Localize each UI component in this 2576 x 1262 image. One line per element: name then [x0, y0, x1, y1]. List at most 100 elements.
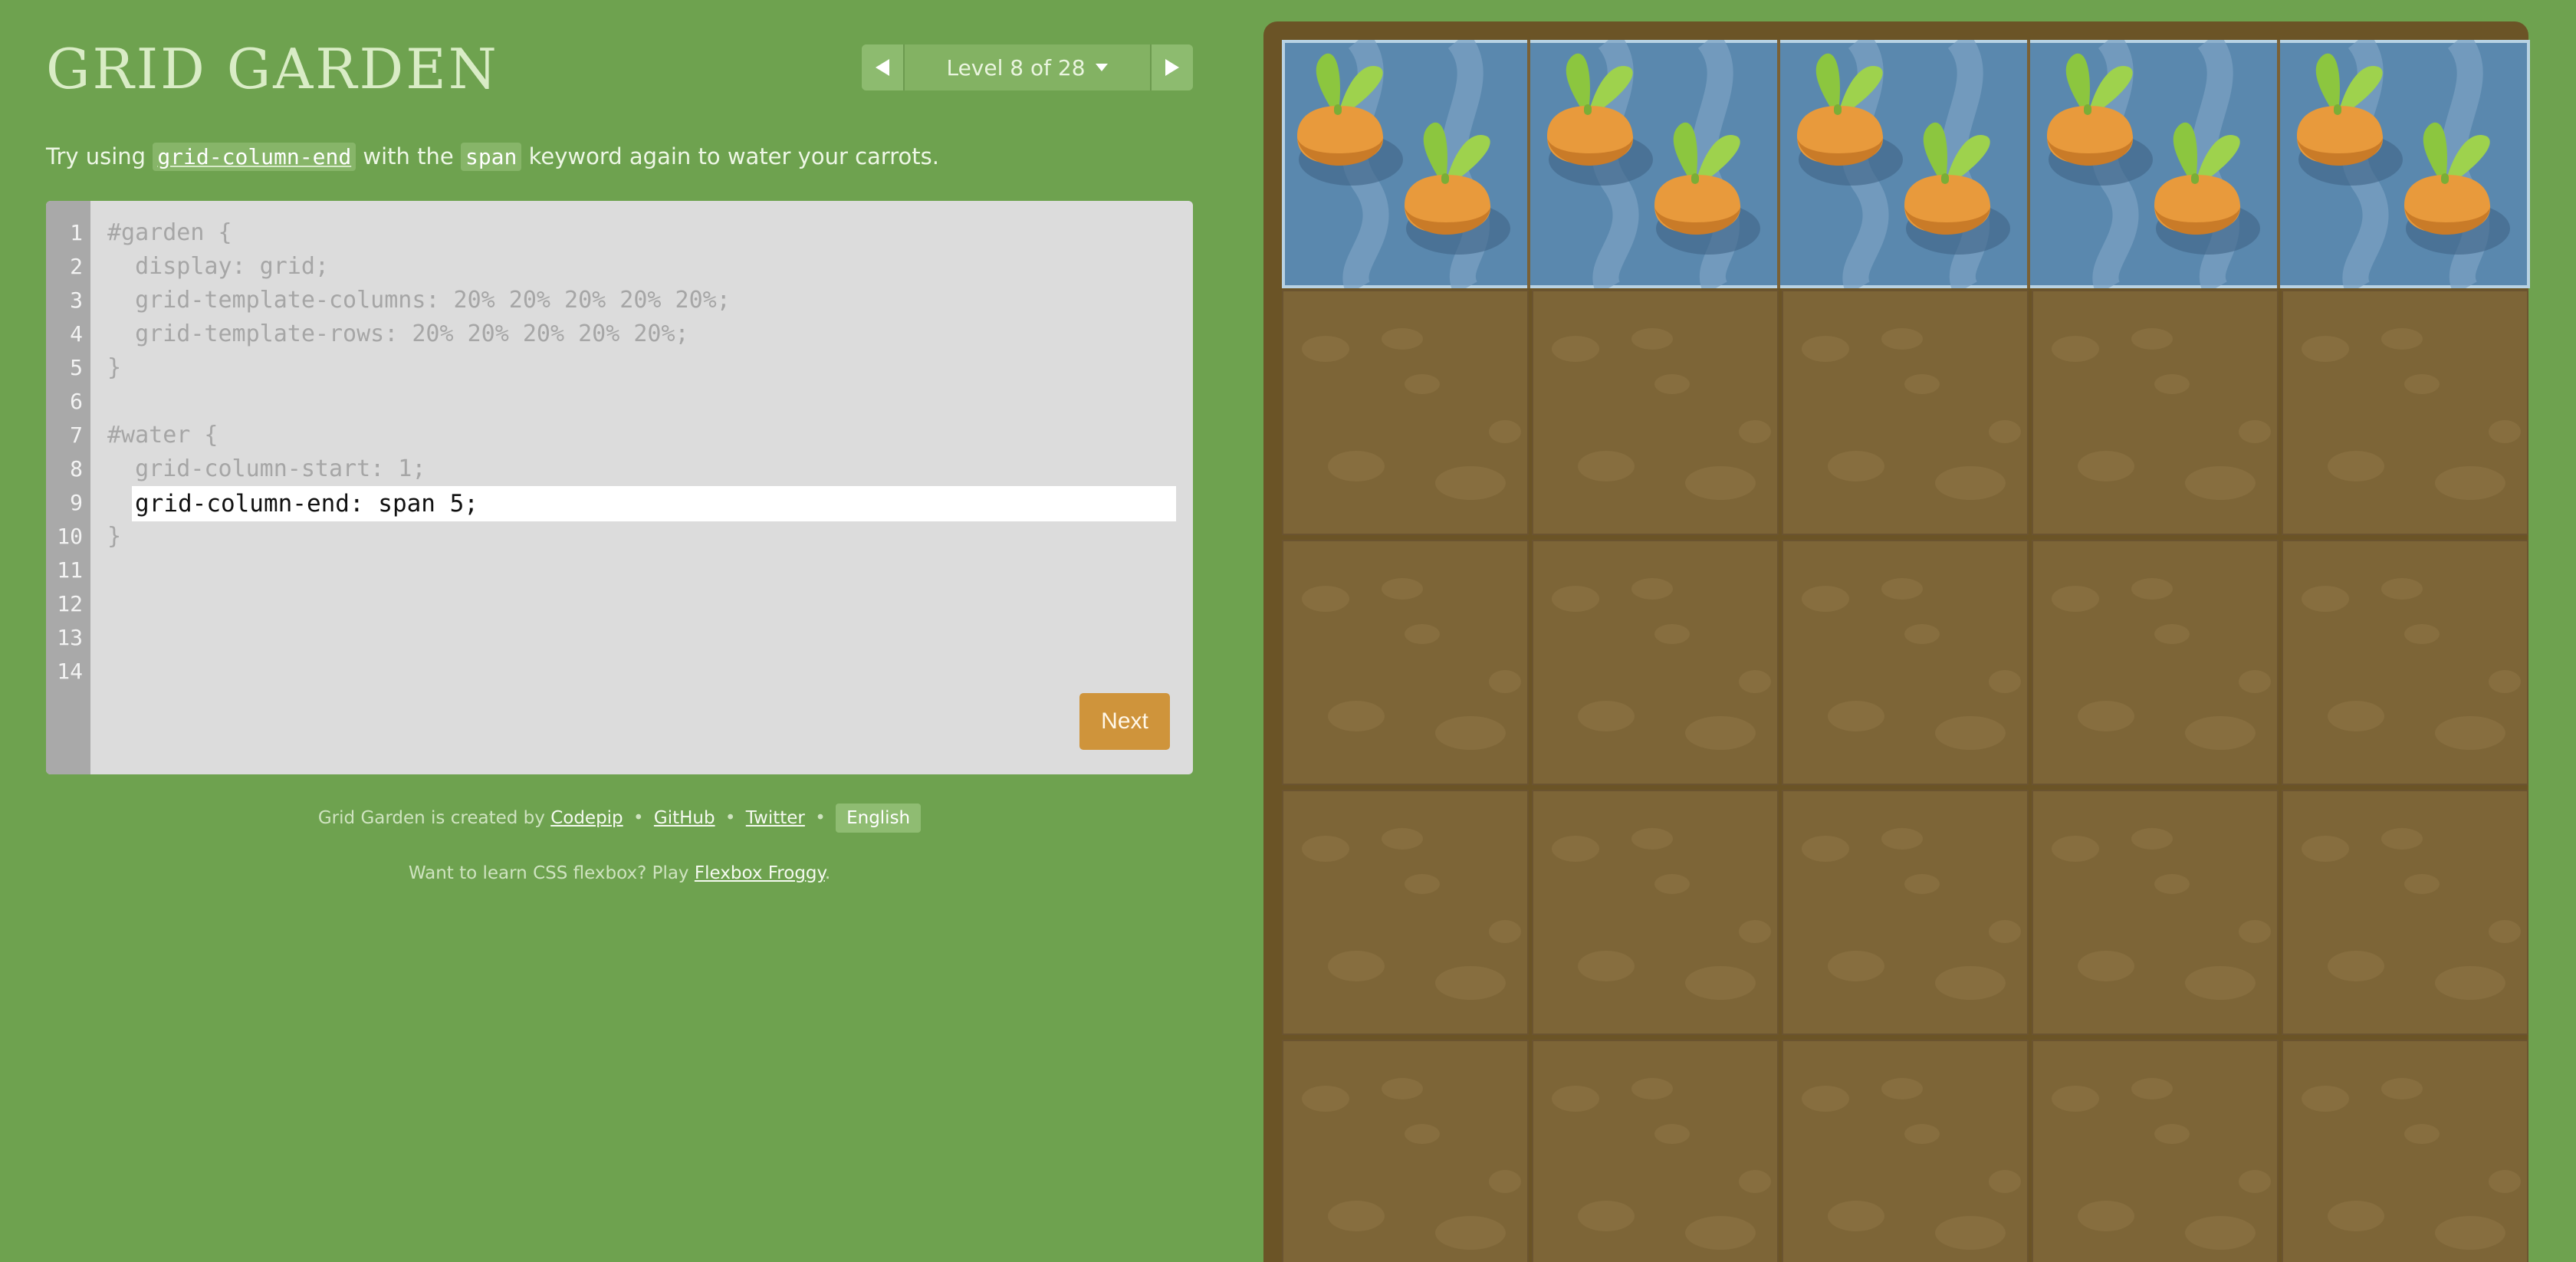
- soil-pebble: [1881, 828, 1923, 850]
- line-number: 10: [57, 524, 83, 549]
- level-dropdown[interactable]: Level 8 of 28: [905, 44, 1150, 90]
- soil-pebble: [2435, 1216, 2505, 1250]
- soil-pebble: [1578, 701, 1635, 731]
- line-number: 12: [57, 591, 83, 616]
- soil-pebble: [2131, 1078, 2173, 1099]
- flexbox-promo-text: Want to learn CSS flexbox? Play: [408, 863, 689, 883]
- soil-pebble: [2381, 828, 2423, 850]
- soil-pebble: [1654, 624, 1690, 644]
- soil-cell: [1782, 1040, 2029, 1262]
- water-cell: [2032, 40, 2280, 288]
- instructions-prefix: Try using: [46, 143, 146, 169]
- soil-pebble: [2239, 920, 2271, 943]
- flexbox-promo: Want to learn CSS flexbox? Play Flexbox …: [0, 863, 1239, 883]
- soil-pebble: [1654, 374, 1690, 394]
- line-number: 5: [70, 355, 83, 380]
- soil-pebble: [2435, 966, 2505, 1000]
- soil-pebble: [1685, 966, 1756, 1000]
- line-number: 9: [70, 490, 83, 515]
- code-line: display: grid;: [107, 253, 329, 280]
- soil-cell: [1282, 790, 1529, 1035]
- codepip-link[interactable]: Codepip: [550, 808, 623, 828]
- soil-pebble: [1405, 374, 1440, 394]
- soil-pebble: [2185, 1216, 2256, 1250]
- soil-pebble: [2052, 836, 2099, 862]
- soil-cell: [2282, 790, 2528, 1035]
- soil-pebble: [2404, 374, 2440, 394]
- soil-pebble: [2078, 951, 2134, 981]
- soil-pebble: [1802, 336, 1849, 362]
- soil-pebble: [2154, 1124, 2190, 1144]
- soil-pebble: [2052, 586, 2099, 612]
- soil-pebble: [2302, 586, 2349, 612]
- previous-level-button[interactable]: [862, 44, 905, 90]
- soil-cell: [2282, 540, 2528, 785]
- soil-cell: [1532, 790, 1779, 1035]
- css-editor: 1 2 3 4 5 6 7 8 9 10 11 12 13 14 #garden…: [46, 201, 1193, 774]
- soil-pebble: [1328, 951, 1385, 981]
- soil-pebble: [2052, 336, 2099, 362]
- soil-pebble: [1489, 920, 1521, 943]
- caret-down-icon: [1095, 64, 1108, 71]
- carrot-icon: [2404, 122, 2510, 255]
- soil-pebble: [2078, 451, 2134, 481]
- line-number: 8: [70, 456, 83, 481]
- soil-pebble: [2302, 1086, 2349, 1112]
- soil-pebble: [1989, 670, 2021, 693]
- soil-pebble: [2489, 1170, 2521, 1193]
- instructions: Try using grid-column-end with the span …: [46, 143, 939, 171]
- soil-pebble: [1405, 1124, 1440, 1144]
- line-number: 13: [57, 625, 83, 650]
- soil-pebble: [1382, 828, 1423, 850]
- github-link[interactable]: GitHub: [654, 808, 715, 828]
- credits-text: Grid Garden is created by: [317, 808, 545, 828]
- soil-pebble: [1302, 336, 1349, 362]
- credits: Grid Garden is created by Codepip • GitH…: [0, 804, 1239, 833]
- soil-pebble: [2489, 420, 2521, 443]
- soil-pebble: [1382, 578, 1423, 600]
- carrot-icon: [2297, 53, 2403, 186]
- line-number: 7: [70, 422, 83, 448]
- water-cell: [1532, 40, 1780, 288]
- soil-pebble: [1552, 1086, 1599, 1112]
- soil-pebble: [2328, 451, 2384, 481]
- carrot-icon: [2154, 122, 2260, 255]
- soil-pebble: [2078, 701, 2134, 731]
- soil-pebble: [1904, 374, 1940, 394]
- soil-pebble: [2052, 1086, 2099, 1112]
- soil-pebble: [1302, 586, 1349, 612]
- line-number: 4: [70, 321, 83, 347]
- soil-pebble: [1631, 1078, 1673, 1099]
- code-line: grid-template-rows: 20% 20% 20% 20% 20%;: [107, 320, 689, 347]
- soil-pebble: [1405, 624, 1440, 644]
- code-term-property[interactable]: grid-column-end: [153, 143, 356, 171]
- next-level-button[interactable]: [1150, 44, 1193, 90]
- soil-pebble: [1435, 1216, 1506, 1250]
- soil-cell: [1532, 1040, 1779, 1262]
- soil-pebble: [1904, 1124, 1940, 1144]
- flexbox-froggy-link[interactable]: Flexbox Froggy: [695, 863, 825, 883]
- carrot-icon: [1654, 122, 1760, 255]
- code-line: grid-column-start: 1;: [107, 455, 426, 482]
- line-number-gutter: 1 2 3 4 5 6 7 8 9 10 11 12 13 14: [46, 201, 90, 774]
- soil-pebble: [1935, 716, 2006, 750]
- soil-pebble: [2154, 374, 2190, 394]
- language-button[interactable]: English: [836, 804, 922, 833]
- soil-pebble: [1328, 701, 1385, 731]
- twitter-link[interactable]: Twitter: [746, 808, 805, 828]
- instructions-suffix: keyword again to water your carrots.: [528, 143, 939, 169]
- page-title: GRID GARDEN: [46, 37, 499, 101]
- soil-pebble: [1405, 874, 1440, 894]
- soil-pebble: [1552, 836, 1599, 862]
- soil-pebble: [1685, 466, 1756, 500]
- css-answer-input[interactable]: [132, 486, 1176, 521]
- soil-pebble: [1802, 836, 1849, 862]
- soil-pebble: [1904, 624, 1940, 644]
- soil-pebble: [2131, 578, 2173, 600]
- carrot-icon: [1797, 53, 1903, 186]
- next-button[interactable]: Next: [1079, 693, 1170, 750]
- soil-pebble: [1935, 966, 2006, 1000]
- soil-pebble: [1989, 420, 2021, 443]
- soil-pebble: [1739, 920, 1771, 943]
- soil-pebble: [1489, 1170, 1521, 1193]
